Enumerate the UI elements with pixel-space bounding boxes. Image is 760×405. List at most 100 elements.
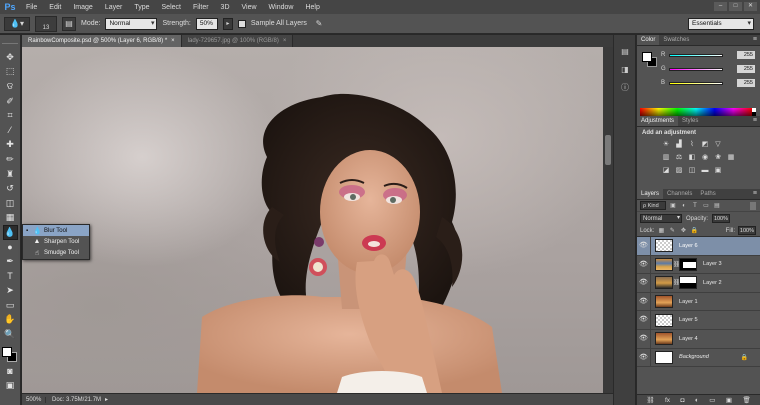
- quick-select-tool-icon[interactable]: ✐: [3, 94, 18, 109]
- blue-value[interactable]: 255: [737, 79, 755, 87]
- panel-menu-icon[interactable]: ≡: [753, 117, 757, 124]
- zoom-level[interactable]: 500%: [22, 396, 46, 403]
- pixel-filter-icon[interactable]: ▣: [669, 202, 677, 210]
- history-panel-icon[interactable]: ▤: [619, 45, 631, 57]
- maximize-icon[interactable]: □: [729, 2, 742, 11]
- shape-filter-icon[interactable]: ▭: [702, 202, 710, 210]
- color-spectrum[interactable]: [640, 108, 752, 116]
- tab-styles[interactable]: Styles: [678, 116, 702, 126]
- add-mask-icon[interactable]: ◘: [680, 397, 684, 404]
- path-select-tool-icon[interactable]: ➤: [3, 284, 18, 299]
- gradient-tool-icon[interactable]: ▦: [3, 211, 18, 226]
- visibility-eye-icon[interactable]: 👁: [637, 348, 651, 367]
- color-lookup-icon[interactable]: ▦: [726, 153, 736, 162]
- red-slider[interactable]: [669, 53, 723, 57]
- new-adjustment-icon[interactable]: ◐: [695, 397, 699, 404]
- properties-panel-icon[interactable]: ◨: [619, 63, 631, 75]
- menu-layer[interactable]: Layer: [99, 4, 129, 11]
- menu-3d[interactable]: 3D: [215, 4, 236, 11]
- visibility-eye-icon[interactable]: 👁: [637, 329, 651, 348]
- posterize-icon[interactable]: ▨: [674, 166, 684, 175]
- flyout-smudge-tool[interactable]: ☝ Smudge Tool: [23, 248, 89, 259]
- opacity-input[interactable]: 100%: [712, 214, 731, 223]
- layer-mask-thumbnail[interactable]: [679, 276, 697, 290]
- layer-row[interactable]: 👁 Layer 1: [637, 292, 760, 312]
- eyedropper-tool-icon[interactable]: ⁄: [3, 123, 18, 138]
- close-icon[interactable]: ✕: [744, 2, 757, 11]
- filter-toggle[interactable]: [750, 201, 756, 210]
- pressure-icon[interactable]: ✎: [312, 17, 326, 31]
- layer-row[interactable]: 👁 Background 🔒: [637, 348, 760, 368]
- threshold-icon[interactable]: ◫: [687, 166, 697, 175]
- menu-view[interactable]: View: [236, 4, 263, 11]
- marquee-tool-icon[interactable]: ⬚: [3, 65, 18, 80]
- adjustment-filter-icon[interactable]: ◐: [680, 202, 688, 210]
- canvas-vertical-scrollbar[interactable]: [603, 47, 613, 393]
- color-balance-icon[interactable]: ⚖: [674, 153, 684, 162]
- vibrance-icon[interactable]: ▽: [713, 140, 723, 149]
- brush-preset-picker[interactable]: 13: [35, 15, 57, 32]
- screen-mode-icon[interactable]: ▣: [3, 378, 18, 393]
- visibility-eye-icon[interactable]: 👁: [637, 292, 651, 311]
- layer-mask-thumbnail[interactable]: [679, 257, 697, 271]
- photo-filter-icon[interactable]: ◉: [700, 153, 710, 162]
- flyout-blur-tool[interactable]: ▪ 💧 Blur Tool: [23, 225, 89, 237]
- panel-menu-icon[interactable]: ≡: [753, 190, 757, 197]
- menu-help[interactable]: Help: [299, 4, 325, 11]
- layer-row[interactable]: 👁 ⛓ Layer 3: [637, 255, 760, 275]
- tab-adjustments[interactable]: Adjustments: [637, 116, 679, 126]
- close-tab-icon[interactable]: ×: [283, 38, 287, 44]
- history-brush-tool-icon[interactable]: ↺: [3, 181, 18, 196]
- type-tool-icon[interactable]: T: [3, 269, 18, 284]
- toolbox-grip[interactable]: [2, 43, 18, 46]
- tool-preset-picker[interactable]: 💧 ▾: [4, 16, 30, 31]
- tab-layers[interactable]: Layers: [637, 189, 664, 199]
- foreground-color[interactable]: [2, 346, 12, 357]
- strength-input[interactable]: 50%: [195, 17, 218, 30]
- selective-color-icon[interactable]: ▣: [713, 166, 723, 175]
- layer-row[interactable]: 👁 Layer 4: [637, 329, 760, 349]
- flyout-sharpen-tool[interactable]: ▲ Sharpen Tool: [23, 236, 89, 247]
- lasso-tool-icon[interactable]: ଡ: [3, 79, 18, 94]
- smart-object-filter-icon[interactable]: ▤: [713, 202, 721, 210]
- zoom-tool-icon[interactable]: 🔍: [3, 327, 18, 342]
- tab-channels[interactable]: Channels: [663, 189, 696, 199]
- gradient-map-icon[interactable]: ▬: [700, 166, 710, 175]
- black-white-icon[interactable]: ◧: [687, 153, 697, 162]
- sample-all-layers-checkbox[interactable]: [237, 19, 246, 28]
- blend-mode-select[interactable]: Normal: [640, 214, 682, 223]
- fill-input[interactable]: 100%: [738, 226, 756, 235]
- menu-edit[interactable]: Edit: [43, 4, 67, 11]
- info-panel-icon[interactable]: ⓘ: [619, 81, 631, 93]
- menu-window[interactable]: Window: [263, 4, 300, 11]
- menu-filter[interactable]: Filter: [187, 4, 215, 11]
- menu-image[interactable]: Image: [67, 4, 98, 11]
- layer-kind-filter[interactable]: ρ Kind: [640, 201, 666, 210]
- blur-tool-icon[interactable]: 💧: [2, 225, 18, 240]
- tab-lady[interactable]: lady-729657.jpg @ 100% (RGB/8) ×: [181, 35, 294, 47]
- link-layers-icon[interactable]: ⛓: [646, 396, 654, 404]
- clone-stamp-tool-icon[interactable]: ♜: [3, 167, 18, 182]
- visibility-eye-icon[interactable]: 👁: [637, 274, 651, 292]
- color-swatches[interactable]: [1, 346, 19, 364]
- lock-all-icon[interactable]: 🔒: [690, 227, 698, 234]
- brightness-icon[interactable]: ☀: [661, 140, 671, 149]
- menu-select[interactable]: Select: [156, 4, 187, 11]
- move-tool-icon[interactable]: ✥: [3, 50, 18, 65]
- layer-row[interactable]: 👁 Layer 6: [637, 237, 760, 256]
- tab-paths[interactable]: Paths: [696, 189, 719, 199]
- hand-tool-icon[interactable]: ✋: [3, 313, 18, 328]
- green-value[interactable]: 255: [737, 65, 755, 73]
- crop-tool-icon[interactable]: ⌗: [3, 108, 18, 123]
- hue-saturation-icon[interactable]: ▥: [661, 153, 671, 162]
- tab-swatches[interactable]: Swatches: [659, 35, 693, 45]
- strength-slider-arrow[interactable]: ▸: [222, 17, 233, 30]
- red-value[interactable]: 255: [737, 51, 755, 59]
- document-canvas[interactable]: [22, 47, 603, 393]
- healing-brush-tool-icon[interactable]: ✚: [3, 138, 18, 153]
- layer-style-icon[interactable]: fx: [665, 397, 670, 404]
- new-group-icon[interactable]: ▭: [709, 396, 715, 404]
- invert-icon[interactable]: ◪: [661, 166, 671, 175]
- delete-layer-icon[interactable]: 🗑: [742, 396, 750, 404]
- scrollbar-thumb[interactable]: [605, 135, 611, 165]
